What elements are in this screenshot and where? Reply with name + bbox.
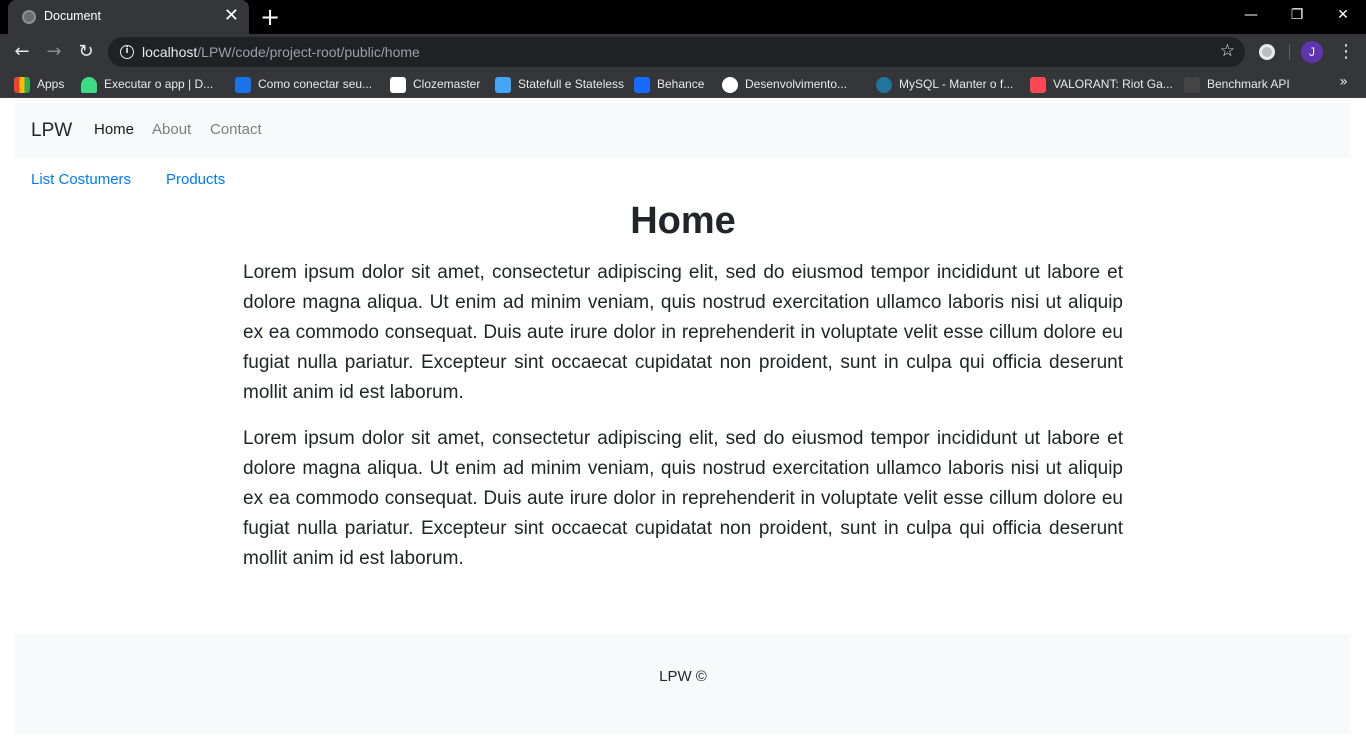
chart-icon — [235, 76, 251, 93]
page-title: Home — [630, 200, 736, 242]
minimize-button[interactable]: — — [1228, 0, 1274, 30]
bookmark-item[interactable]: Benchmark API — [1184, 75, 1290, 93]
behance-icon — [634, 76, 650, 93]
url-path: /LPW/code/project-root/public/home — [197, 44, 420, 60]
address-bar[interactable]: i localhost/LPW/code/project-root/public… — [108, 37, 1245, 67]
close-tab-icon[interactable]: ✕ — [224, 6, 239, 26]
reload-icon[interactable]: ↻ — [72, 38, 100, 66]
extension-icon[interactable] — [1259, 44, 1275, 60]
bookmark-label: Como conectar seu... — [258, 77, 373, 91]
android-icon — [81, 76, 97, 93]
tab-strip: Document ✕ + — ❐ ✕ — [0, 0, 1366, 34]
url-host: localhost — [142, 44, 198, 60]
tab-title: Document — [44, 9, 101, 23]
bookmark-label: VALORANT: Riot Ga... — [1053, 77, 1173, 91]
valorant-icon — [1030, 76, 1046, 93]
bookmark-label: Desenvolvimento... — [745, 77, 848, 91]
profile-avatar[interactable]: J — [1301, 41, 1323, 63]
clozemaster-icon — [390, 76, 406, 93]
bookmark-item[interactable]: VALORANT: Riot Ga... — [1030, 75, 1173, 93]
nav-link-home[interactable]: Home — [94, 121, 134, 138]
bookmark-item[interactable]: Desenvolvimento... — [722, 75, 847, 93]
bookmark-item[interactable]: Executar o app | D... — [81, 75, 213, 93]
bookmark-label: Benchmark API — [1207, 77, 1290, 91]
close-window-button[interactable]: ✕ — [1320, 0, 1366, 30]
bookmark-item[interactable]: MySQL - Manter o f... — [876, 75, 1013, 93]
bookmark-label: MySQL - Manter o f... — [899, 77, 1014, 91]
info-icon[interactable]: i — [120, 45, 134, 59]
more-bookmarks-icon[interactable]: » — [1339, 74, 1348, 90]
nav-link-about[interactable]: About — [152, 121, 191, 138]
link-products[interactable]: Products — [166, 171, 225, 188]
page-content: LPW Home About Contact List Costumers Pr… — [0, 98, 1366, 738]
back-arrow-icon[interactable]: ← — [8, 38, 36, 66]
footer-text: LPW © — [659, 668, 707, 685]
bookmark-label: Behance — [657, 77, 705, 91]
bookmark-star-icon[interactable]: ☆ — [1220, 41, 1235, 61]
apps-grid-icon — [14, 76, 30, 93]
new-tab-button[interactable]: + — [258, 2, 282, 32]
browser-toolbar: ← → ↻ i localhost/LPW/code/project-root/… — [0, 34, 1366, 70]
bookmark-item[interactable]: Como conectar seu... — [235, 75, 372, 93]
paragraph: Lorem ipsum dolor sit amet, consectetur … — [243, 262, 1123, 403]
site-navbar: LPW Home About Contact — [15, 103, 1351, 158]
bookmarks-bar: Apps Executar o app | D... Como conectar… — [0, 70, 1366, 98]
benchmark-icon — [1184, 76, 1200, 93]
bookmark-item[interactable]: Statefull e Stateless — [495, 75, 624, 93]
paragraph: Lorem ipsum dolor sit amet, consectetur … — [243, 428, 1123, 569]
bookmark-item[interactable]: Behance — [634, 75, 704, 93]
restore-button[interactable]: ❐ — [1274, 0, 1320, 30]
navbar-brand[interactable]: LPW — [31, 120, 72, 142]
toolbar-divider — [1289, 44, 1290, 60]
globe-icon — [22, 10, 36, 24]
flutter-icon — [495, 76, 511, 93]
site-footer: LPW © — [15, 634, 1351, 734]
browser-tab[interactable]: Document ✕ — [8, 0, 249, 34]
nav-link-contact[interactable]: Contact — [210, 121, 262, 138]
link-list-costumers[interactable]: List Costumers — [31, 171, 131, 188]
wordpress-icon — [876, 76, 892, 93]
url-text[interactable]: localhost/LPW/code/project-root/public/h… — [142, 44, 420, 60]
bookmark-item[interactable]: Clozemaster — [390, 75, 480, 93]
bookmark-label: Clozemaster — [413, 77, 481, 91]
bookmark-label: Apps — [37, 77, 65, 91]
globe-icon — [722, 76, 738, 93]
bookmark-label: Statefull e Stateless — [518, 77, 625, 91]
bookmark-label: Executar o app | D... — [104, 77, 214, 91]
forward-arrow-icon[interactable]: → — [40, 38, 68, 66]
bookmark-apps[interactable]: Apps — [14, 75, 64, 93]
menu-kebab-icon[interactable]: ⋮ — [1337, 40, 1355, 64]
